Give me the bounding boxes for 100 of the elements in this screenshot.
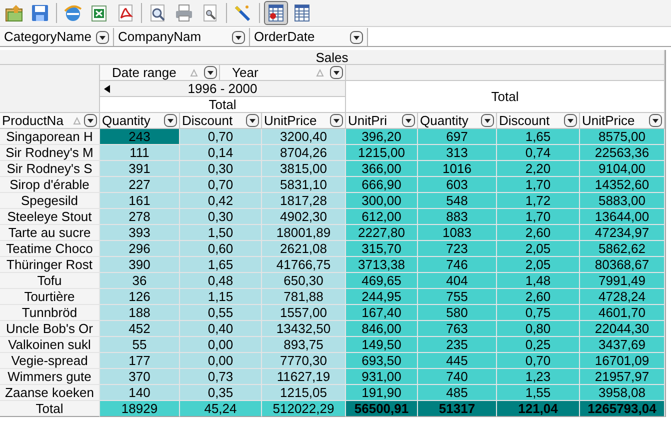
table-cell: 1,55 xyxy=(497,385,580,401)
column-header[interactable]: Quantity xyxy=(418,113,497,129)
table-cell: 2227,80 xyxy=(346,225,418,241)
table-cell: 177 xyxy=(100,353,180,369)
filter-field-button[interactable]: CategoryName xyxy=(0,28,114,46)
table-cell: 1,15 xyxy=(180,289,262,305)
filter-field-button[interactable]: OrderDate xyxy=(250,28,368,46)
table-cell: 13432,50 xyxy=(262,321,346,337)
dropdown-icon[interactable] xyxy=(402,114,415,127)
table-cell: 0,00 xyxy=(180,337,262,353)
dropdown-icon[interactable] xyxy=(350,30,363,44)
row-header: Teatime Choco xyxy=(0,241,100,257)
table-cell: 1,50 xyxy=(180,225,262,241)
dropdown-icon[interactable] xyxy=(164,114,177,127)
group-label: 1996 - 2000 xyxy=(188,80,258,98)
table-cell: 140 xyxy=(100,385,180,401)
table-cell: 0,14 xyxy=(180,145,262,161)
table-cell: 300,00 xyxy=(346,193,418,209)
table-cell: 445 xyxy=(418,353,497,369)
total-cell: 56500,91 xyxy=(346,401,418,417)
table-cell: 931,00 xyxy=(346,369,418,385)
spreadsheet-icon xyxy=(89,3,109,23)
table-cell: 7770,30 xyxy=(262,353,346,369)
table-cell: 2,05 xyxy=(497,241,580,257)
table-cell: 47234,97 xyxy=(580,225,665,241)
table-cell: 746 xyxy=(418,257,497,273)
table-cell: 0,30 xyxy=(180,161,262,177)
table-cell: 7991,49 xyxy=(580,273,665,289)
dropdown-icon[interactable] xyxy=(330,114,343,127)
dropdown-icon[interactable] xyxy=(564,114,577,127)
column-header[interactable]: Quantity xyxy=(100,113,180,129)
collapse-icon[interactable] xyxy=(104,84,110,92)
column-header[interactable]: ProductNa xyxy=(0,113,100,129)
table-cell: 5831,10 xyxy=(262,177,346,193)
table-cell: 2621,08 xyxy=(262,241,346,257)
table-cell: 1557,00 xyxy=(262,305,346,321)
table-cell: 2,60 xyxy=(497,289,580,305)
table-cell: 5883,00 xyxy=(580,193,665,209)
table-cell: 0,75 xyxy=(497,305,580,321)
table-cell: 149,50 xyxy=(346,337,418,353)
table-cell: 4902,30 xyxy=(262,209,346,225)
table-cell: 2,60 xyxy=(497,225,580,241)
table-cell: 781,88 xyxy=(262,289,346,305)
table-cell: 13644,00 xyxy=(580,209,665,225)
dropdown-icon[interactable] xyxy=(330,66,343,79)
row-header: Singaporean H xyxy=(0,129,100,145)
table-cell: 893,75 xyxy=(262,337,346,353)
row-header: Thüringer Rost xyxy=(0,257,100,273)
dropdown-icon[interactable] xyxy=(481,114,494,127)
dropdown-icon[interactable] xyxy=(649,114,662,127)
dropdown-icon[interactable] xyxy=(232,30,245,44)
table-cell: 0,73 xyxy=(180,369,262,385)
table-cell: 315,70 xyxy=(346,241,418,257)
dropdown-icon[interactable] xyxy=(246,114,259,127)
column-header[interactable]: UnitPrice xyxy=(580,113,665,129)
table-cell: 11627,19 xyxy=(262,369,346,385)
table-cell: 16701,09 xyxy=(580,353,665,369)
magic-wand-icon xyxy=(233,3,253,23)
table-cell: 883 xyxy=(418,209,497,225)
row-header: Wimmers gute xyxy=(0,369,100,385)
dropdown-icon[interactable] xyxy=(96,30,109,44)
table-cell: 41766,75 xyxy=(262,257,346,273)
row-header: Total xyxy=(0,401,100,417)
row-header: Tofu xyxy=(0,273,100,289)
column-header[interactable]: UnitPri xyxy=(346,113,418,129)
table-cell: 2,05 xyxy=(497,257,580,273)
table-cell: 3815,00 xyxy=(262,161,346,177)
table-cell: 0,74 xyxy=(497,145,580,161)
table-cell: 603 xyxy=(418,177,497,193)
row-header: Sir Rodney's M xyxy=(0,145,100,161)
column-field-button[interactable]: Year xyxy=(220,65,346,80)
table-cell: 0,70 xyxy=(180,129,262,145)
table-cell: 18001,89 xyxy=(262,225,346,241)
table-cell: 21957,97 xyxy=(580,369,665,385)
table-cell: 1,23 xyxy=(497,369,580,385)
row-header: Valkoinen sukl xyxy=(0,337,100,353)
folder-icon xyxy=(4,3,24,23)
total-cell: 45,24 xyxy=(180,401,262,417)
table-cell: 244,95 xyxy=(346,289,418,305)
table-cell: 0,60 xyxy=(180,241,262,257)
total-cell: 51317 xyxy=(418,401,497,417)
dropdown-icon[interactable] xyxy=(84,114,97,127)
column-field-button[interactable]: Date range xyxy=(100,65,220,80)
column-header[interactable]: Discount xyxy=(497,113,580,129)
header-cell: Total xyxy=(346,81,665,113)
table-cell: 55 xyxy=(100,337,180,353)
table-cell: 1,70 xyxy=(497,177,580,193)
table-cell: 191,90 xyxy=(346,385,418,401)
table-cell: 485 xyxy=(418,385,497,401)
toolbar-button[interactable] xyxy=(264,1,288,25)
column-header[interactable]: UnitPrice xyxy=(262,113,346,129)
column-header[interactable]: Discount xyxy=(180,113,262,129)
table-cell: 580 xyxy=(418,305,497,321)
table-cell: 693,50 xyxy=(346,353,418,369)
filter-field-button[interactable]: CompanyNam xyxy=(114,28,250,46)
table-cell: 3437,69 xyxy=(580,337,665,353)
table-cell: 22563,36 xyxy=(580,145,665,161)
table-cell: 0,25 xyxy=(497,337,580,353)
dropdown-icon[interactable] xyxy=(204,66,217,79)
pivot-table-icon xyxy=(266,3,286,23)
